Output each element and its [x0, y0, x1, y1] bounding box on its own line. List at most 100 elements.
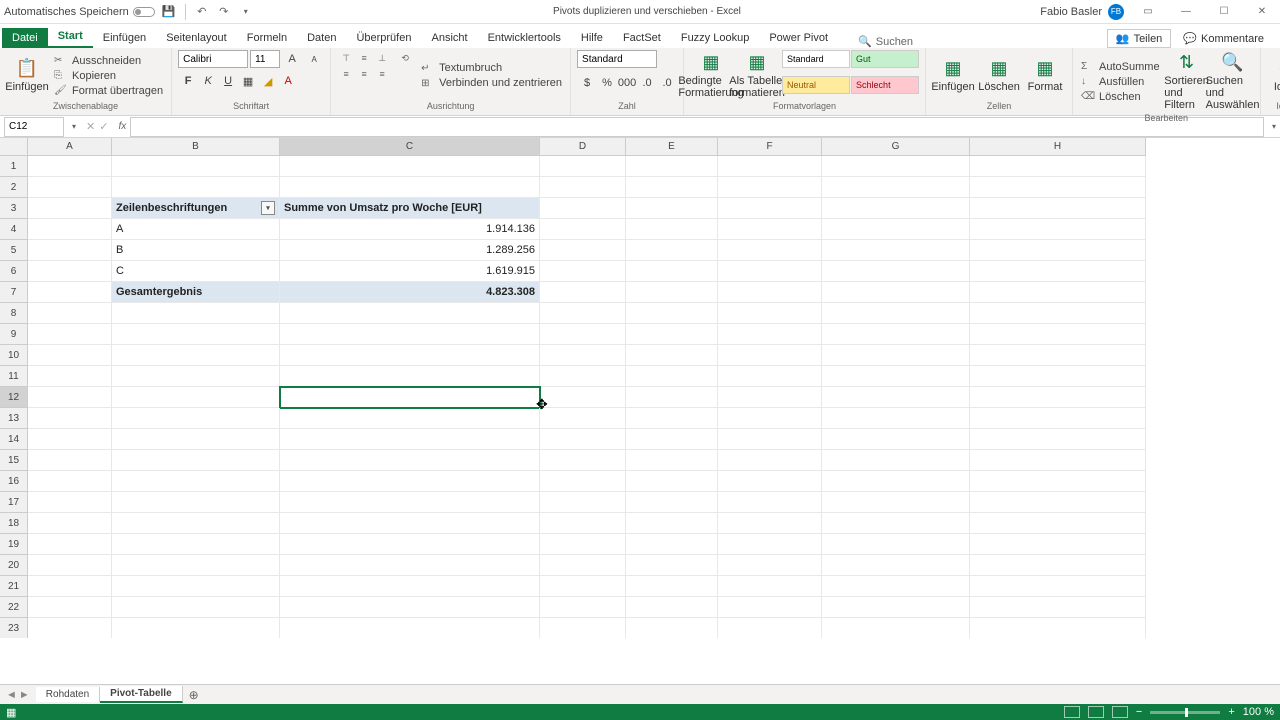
- row-header-1[interactable]: 1: [0, 156, 28, 177]
- cell-D15[interactable]: [540, 450, 626, 471]
- cell-A20[interactable]: [28, 555, 112, 576]
- cell-H8[interactable]: [970, 303, 1146, 324]
- zoom-slider[interactable]: [1150, 711, 1220, 714]
- cell-D8[interactable]: [540, 303, 626, 324]
- italic-button[interactable]: K: [198, 72, 218, 90]
- cell-G17[interactable]: [822, 492, 970, 513]
- cell-B20[interactable]: [112, 555, 280, 576]
- cell-H23[interactable]: [970, 618, 1146, 638]
- cell-A18[interactable]: [28, 513, 112, 534]
- align-right-icon[interactable]: ≡: [373, 66, 391, 82]
- column-header-C[interactable]: C: [280, 138, 540, 156]
- user-account[interactable]: Fabio Basler FB: [1040, 4, 1124, 20]
- cell-A10[interactable]: [28, 345, 112, 366]
- decrease-decimal-icon[interactable]: .0: [657, 74, 677, 92]
- autosum-button[interactable]: ΣAutoSumme: [1079, 60, 1162, 74]
- cell-H12[interactable]: [970, 387, 1146, 408]
- column-header-F[interactable]: F: [718, 138, 822, 156]
- row-header-12[interactable]: 12: [0, 387, 28, 408]
- cell-G19[interactable]: [822, 534, 970, 555]
- cell-A8[interactable]: [28, 303, 112, 324]
- sheet-nav-prev-icon[interactable]: ◄: [6, 689, 17, 701]
- row-header-17[interactable]: 17: [0, 492, 28, 513]
- tab-developer[interactable]: Entwicklertools: [478, 28, 571, 48]
- cell-C2[interactable]: [280, 177, 540, 198]
- increase-decimal-icon[interactable]: .0: [637, 74, 657, 92]
- cell-F15[interactable]: [718, 450, 822, 471]
- format-painter-button[interactable]: 🖌Format übertragen: [52, 84, 165, 98]
- row-header-23[interactable]: 23: [0, 618, 28, 638]
- cell-C13[interactable]: [280, 408, 540, 429]
- cell-F7[interactable]: [718, 282, 822, 303]
- pivot-filter-dropdown-icon[interactable]: ▾: [261, 201, 275, 215]
- cell-F8[interactable]: [718, 303, 822, 324]
- wrap-text-button[interactable]: ↵Textumbruch: [419, 61, 564, 75]
- cell-A14[interactable]: [28, 429, 112, 450]
- cell-C19[interactable]: [280, 534, 540, 555]
- cell-A17[interactable]: [28, 492, 112, 513]
- cell-G8[interactable]: [822, 303, 970, 324]
- cell-D2[interactable]: [540, 177, 626, 198]
- cell-G7[interactable]: [822, 282, 970, 303]
- cell-D13[interactable]: [540, 408, 626, 429]
- search-box[interactable]: 🔍 Suchen: [858, 35, 913, 48]
- cell-C3[interactable]: Summe von Umsatz pro Woche [EUR]: [280, 198, 540, 219]
- column-header-D[interactable]: D: [540, 138, 626, 156]
- comments-button[interactable]: 💬 Kommentare: [1175, 30, 1272, 47]
- cell-A3[interactable]: [28, 198, 112, 219]
- cell-G15[interactable]: [822, 450, 970, 471]
- cell-C8[interactable]: [280, 303, 540, 324]
- cell-E8[interactable]: [626, 303, 718, 324]
- cell-G1[interactable]: [822, 156, 970, 177]
- row-header-6[interactable]: 6: [0, 261, 28, 282]
- row-header-3[interactable]: 3: [0, 198, 28, 219]
- cell-A23[interactable]: [28, 618, 112, 638]
- cell-B4[interactable]: A: [112, 219, 280, 240]
- namebox-dropdown-icon[interactable]: ▾: [68, 122, 80, 131]
- expand-formula-icon[interactable]: ▾: [1268, 122, 1280, 131]
- cell-D5[interactable]: [540, 240, 626, 261]
- cell-H10[interactable]: [970, 345, 1146, 366]
- row-header-20[interactable]: 20: [0, 555, 28, 576]
- cell-B22[interactable]: [112, 597, 280, 618]
- sheet-tab-pivot[interactable]: Pivot-Tabelle: [100, 686, 183, 703]
- cell-A22[interactable]: [28, 597, 112, 618]
- row-header-18[interactable]: 18: [0, 513, 28, 534]
- cell-C5[interactable]: 1.289.256: [280, 240, 540, 261]
- cell-F19[interactable]: [718, 534, 822, 555]
- cell-G18[interactable]: [822, 513, 970, 534]
- cell-E23[interactable]: [626, 618, 718, 638]
- cell-G16[interactable]: [822, 471, 970, 492]
- align-left-icon[interactable]: ≡: [337, 66, 355, 82]
- fill-color-icon[interactable]: ◢: [258, 72, 278, 90]
- cell-G10[interactable]: [822, 345, 970, 366]
- undo-icon[interactable]: ↶: [194, 4, 210, 20]
- cell-F4[interactable]: [718, 219, 822, 240]
- tab-powerpivot[interactable]: Power Pivot: [759, 28, 838, 48]
- style-neutral[interactable]: Neutral: [782, 76, 850, 94]
- cell-A2[interactable]: [28, 177, 112, 198]
- cell-E22[interactable]: [626, 597, 718, 618]
- cell-F21[interactable]: [718, 576, 822, 597]
- insert-cells-button[interactable]: ▦Einfügen: [932, 50, 974, 101]
- style-standard[interactable]: Standard: [782, 50, 850, 68]
- share-button[interactable]: 👥 Teilen: [1107, 29, 1171, 48]
- cell-A21[interactable]: [28, 576, 112, 597]
- cell-H20[interactable]: [970, 555, 1146, 576]
- cell-D16[interactable]: [540, 471, 626, 492]
- zoom-level[interactable]: 100 %: [1243, 706, 1274, 718]
- cell-F17[interactable]: [718, 492, 822, 513]
- cell-A13[interactable]: [28, 408, 112, 429]
- cell-F14[interactable]: [718, 429, 822, 450]
- cell-F23[interactable]: [718, 618, 822, 638]
- accept-formula-icon[interactable]: ✓: [99, 120, 108, 133]
- cell-C1[interactable]: [280, 156, 540, 177]
- cell-F22[interactable]: [718, 597, 822, 618]
- tab-view[interactable]: Ansicht: [421, 28, 477, 48]
- row-header-5[interactable]: 5: [0, 240, 28, 261]
- add-sheet-button[interactable]: ⊕: [183, 688, 205, 702]
- row-header-19[interactable]: 19: [0, 534, 28, 555]
- cell-C17[interactable]: [280, 492, 540, 513]
- cell-B1[interactable]: [112, 156, 280, 177]
- cell-E16[interactable]: [626, 471, 718, 492]
